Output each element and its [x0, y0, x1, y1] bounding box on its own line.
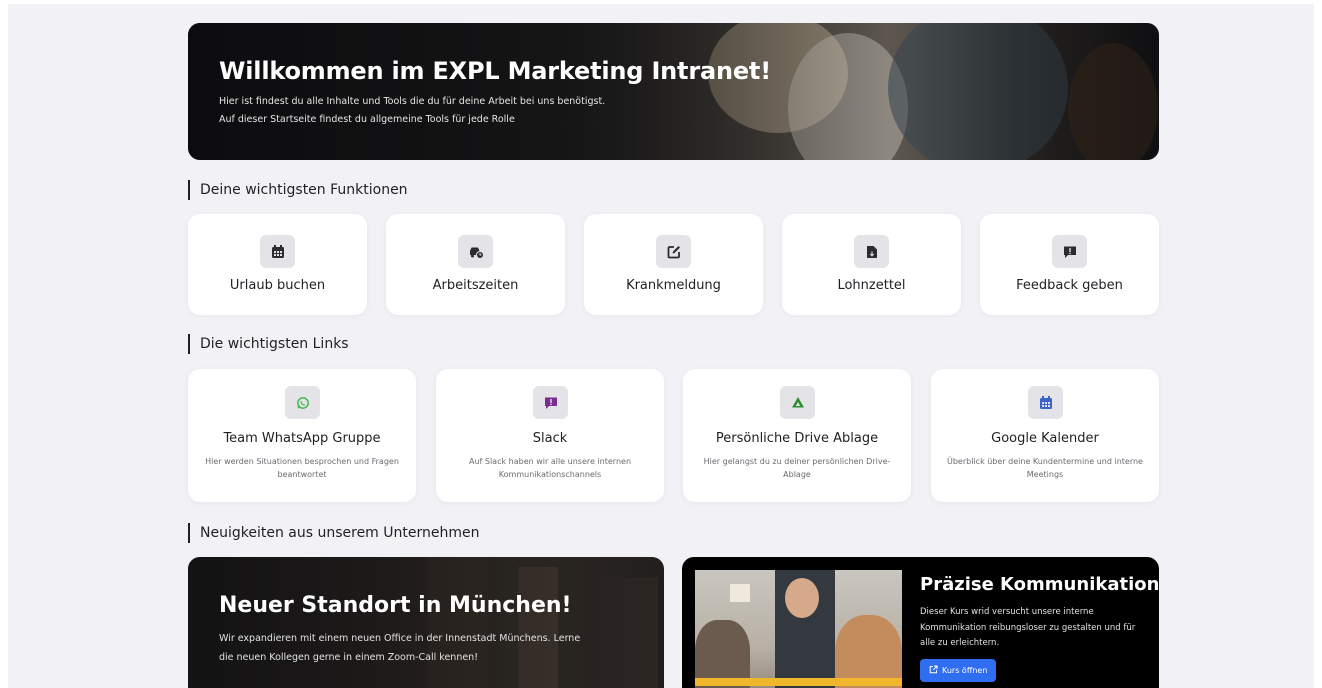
news-text-line-1: Wir expandieren mit einem neuen Office i…: [219, 633, 581, 644]
calendar-icon: [260, 235, 295, 268]
link-title: Slack: [532, 431, 568, 446]
function-card-urlaub[interactable]: Urlaub buchen: [188, 214, 367, 315]
function-card-arbeitszeiten[interactable]: Arbeitszeiten: [386, 214, 565, 315]
message-alert-icon: [1052, 235, 1087, 268]
news-card-overlay: [188, 557, 664, 688]
hero-subtitle-line-1: Hier ist findest du alle Inhalte und Too…: [219, 96, 606, 107]
link-description: Überblick über deine Kundentermine und i…: [947, 457, 1143, 479]
link-card-google-kalender[interactable]: Google Kalender Überblick über deine Kun…: [931, 369, 1159, 502]
link-title: Team WhatsApp Gruppe: [223, 431, 381, 446]
hero-overlay: [188, 23, 1159, 160]
car-clock-icon: [458, 235, 493, 268]
google-drive-icon: [780, 386, 815, 419]
function-label: Lohnzettel: [837, 278, 906, 293]
function-card-lohnzettel[interactable]: Lohnzettel: [782, 214, 961, 315]
course-title: Präzise Kommunikation: [920, 574, 1159, 595]
hero-subtitle-line-2: Auf dieser Startseite findest du allgeme…: [219, 114, 515, 125]
news-card-munich[interactable]: Neuer Standort in München! Wir expandier…: [188, 557, 664, 688]
link-description: Hier gelangst du zu deiner persönlichen …: [703, 457, 891, 479]
open-course-label: Kurs öffnen: [942, 666, 988, 675]
link-card-slack[interactable]: Slack Auf Slack haben wir alle unsere in…: [436, 369, 664, 502]
hero-title: Willkommen im EXPL Marketing Intranet!: [219, 57, 771, 85]
link-card-whatsapp[interactable]: Team WhatsApp Gruppe Hier werden Situati…: [188, 369, 416, 502]
function-label: Arbeitszeiten: [432, 278, 519, 293]
link-title: Google Kalender: [991, 431, 1099, 446]
function-label: Urlaub buchen: [229, 278, 326, 293]
file-icon: [854, 235, 889, 268]
function-card-feedback[interactable]: Feedback geben: [980, 214, 1159, 315]
news-text-line-2: die neuen Kollegen gerne in einem Zoom-C…: [219, 652, 479, 663]
google-calendar-icon: [1028, 386, 1063, 419]
external-link-icon: [929, 665, 938, 676]
link-title: Persönliche Drive Ablage: [715, 431, 879, 446]
function-label: Feedback geben: [1016, 278, 1123, 293]
course-card-kommunikation[interactable]: Präzise Kommunikation Dieser Kurs wrid v…: [682, 557, 1159, 688]
functions-heading: Deine wichtigsten Funktionen: [188, 180, 408, 200]
link-card-drive[interactable]: Persönliche Drive Ablage Hier gelangst d…: [683, 369, 911, 502]
slack-icon: [533, 386, 568, 419]
news-title: Neuer Standort in München!: [219, 593, 572, 618]
function-card-krankmeldung[interactable]: Krankmeldung: [584, 214, 763, 315]
welcome-hero-banner: Willkommen im EXPL Marketing Intranet! H…: [188, 23, 1159, 160]
news-heading: Neuigkeiten aus unserem Unternehmen: [188, 523, 480, 543]
course-photo-accent-bar: [695, 678, 902, 686]
open-course-button[interactable]: Kurs öffnen: [920, 659, 997, 682]
links-heading: Die wichtigsten Links: [188, 334, 349, 354]
link-description: Auf Slack haben wir alle unsere internen…: [468, 457, 632, 479]
edit-icon: [656, 235, 691, 268]
course-photo: [695, 570, 902, 688]
link-description: Hier werden Situationen besprochen und F…: [205, 457, 399, 479]
function-label: Krankmeldung: [626, 278, 721, 293]
whatsapp-icon: [285, 386, 320, 419]
course-description: Dieser Kurs wrid versucht unsere interne…: [920, 607, 1136, 648]
